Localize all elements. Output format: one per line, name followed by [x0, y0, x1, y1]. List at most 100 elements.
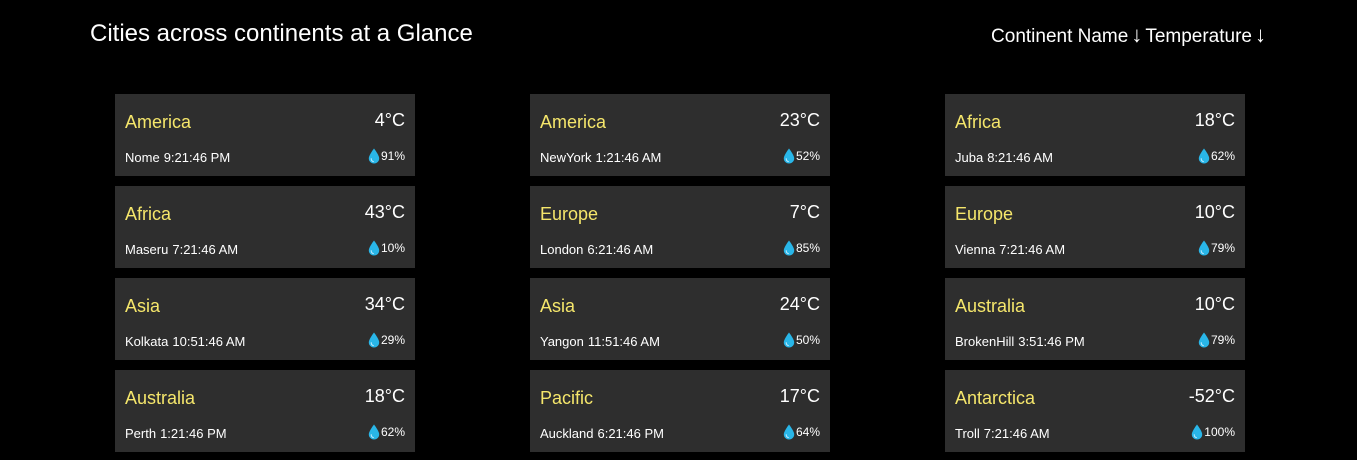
local-time: 7:21:46 AM — [999, 242, 1066, 257]
temperature: 7°C — [789, 202, 820, 222]
water-drop-icon — [368, 332, 380, 348]
city-time: Kolkata 10:51:46 AM — [125, 334, 245, 349]
humidity-value: 85% — [795, 241, 820, 255]
city-time: Perth 1:21:46 PM — [125, 426, 227, 441]
local-time: 7:21:46 AM — [172, 242, 239, 257]
continent-name: America — [125, 112, 192, 132]
local-time: 1:21:46 AM — [595, 150, 662, 165]
humidity: 62% — [368, 424, 405, 440]
water-drop-icon — [368, 424, 380, 440]
humidity-value: 91% — [380, 149, 405, 163]
temperature: -52°C — [1188, 386, 1235, 406]
humidity-value: 62% — [380, 425, 405, 439]
humidity-value: 10% — [380, 241, 405, 255]
city-name: Vienna — [955, 242, 996, 257]
arrow-down-icon: ↓ — [1131, 22, 1143, 47]
humidity: 64% — [783, 424, 820, 440]
city-name: Kolkata — [125, 334, 169, 349]
temperature: 43°C — [364, 202, 405, 222]
local-time: 8:21:46 AM — [987, 150, 1053, 165]
humidity: 29% — [368, 332, 405, 348]
city-name: Troll — [955, 426, 980, 441]
humidity: 100% — [1191, 424, 1235, 440]
city-time: NewYork 1:21:46 AM — [540, 150, 661, 165]
temperature: 23°C — [779, 110, 820, 130]
local-time: 7:21:46 AM — [983, 426, 1050, 441]
water-drop-icon — [1198, 148, 1210, 164]
city-card-grid: America 4°C Nome 9:21:46 PM 91% America 2… — [115, 94, 1245, 452]
city-time: Maseru 7:21:46 AM — [125, 242, 238, 257]
local-time: 1:21:46 PM — [160, 426, 227, 441]
humidity-value: 79% — [1210, 333, 1235, 347]
city-name: Maseru — [125, 242, 169, 257]
city-card[interactable]: Europe 10°C Vienna 7:21:46 AM 79% — [945, 186, 1245, 268]
sort-by-temperature-button[interactable]: Temperature ↓ — [1145, 22, 1269, 48]
water-drop-icon — [1198, 240, 1210, 256]
water-drop-icon — [783, 424, 795, 440]
city-card[interactable]: Africa 43°C Maseru 7:21:46 AM 10% — [115, 186, 415, 268]
humidity: 52% — [783, 148, 820, 164]
humidity: 10% — [368, 240, 405, 256]
continent-name: Asia — [540, 296, 576, 316]
continent-name: Antarctica — [955, 388, 1036, 408]
city-time: Auckland 6:21:46 PM — [540, 426, 664, 441]
city-card[interactable]: Australia 10°C BrokenHill 3:51:46 PM 79% — [945, 278, 1245, 360]
continent-name: Pacific — [540, 388, 594, 408]
temperature: 18°C — [1194, 110, 1235, 130]
humidity: 91% — [368, 148, 405, 164]
water-drop-icon — [368, 240, 380, 256]
city-card[interactable]: America 23°C NewYork 1:21:46 AM 52% — [530, 94, 830, 176]
temperature: 34°C — [364, 294, 405, 314]
city-name: Auckland — [540, 426, 594, 441]
continent-name: America — [540, 112, 607, 132]
city-name: Nome — [125, 150, 160, 165]
humidity-value: 79% — [1210, 241, 1235, 255]
continent-name: Africa — [955, 112, 1002, 132]
city-name: BrokenHill — [955, 334, 1015, 349]
continent-name: Europe — [540, 204, 599, 224]
temperature: 17°C — [779, 386, 820, 406]
city-time: Yangon 11:51:46 AM — [540, 334, 660, 349]
page: Cities across continents at a Glance Con… — [0, 0, 1357, 460]
city-card[interactable]: Europe 7°C London 6:21:46 AM 85% — [530, 186, 830, 268]
continent-name: Australia — [125, 388, 196, 408]
water-drop-icon — [1198, 332, 1210, 348]
humidity: 79% — [1198, 240, 1235, 256]
city-time: London 6:21:46 AM — [540, 242, 653, 257]
city-name: Juba — [955, 150, 984, 165]
city-name: London — [540, 242, 584, 257]
water-drop-icon — [783, 148, 795, 164]
water-drop-icon — [783, 332, 795, 348]
city-card[interactable]: Pacific 17°C Auckland 6:21:46 PM 64% — [530, 370, 830, 452]
humidity-value: 62% — [1210, 149, 1235, 163]
sort-temperature-label: Temperature — [1145, 26, 1252, 47]
city-card[interactable]: Antarctica -52°C Troll 7:21:46 AM 100% — [945, 370, 1245, 452]
humidity: 50% — [783, 332, 820, 348]
temperature: 10°C — [1194, 294, 1235, 314]
sort-continent-label: Continent Name — [991, 26, 1129, 47]
water-drop-icon — [783, 240, 795, 256]
continent-name: Australia — [955, 296, 1026, 316]
city-card[interactable]: Asia 34°C Kolkata 10:51:46 AM 29% — [115, 278, 415, 360]
city-time: Nome 9:21:46 PM — [125, 150, 230, 165]
local-time: 3:51:46 PM — [1018, 334, 1085, 349]
city-card[interactable]: Africa 18°C Juba 8:21:46 AM 62% — [945, 94, 1245, 176]
local-time: 11:51:46 AM — [587, 334, 660, 349]
sort-by-continent-button[interactable]: Continent Name ↓ — [991, 22, 1145, 48]
city-card[interactable]: America 4°C Nome 9:21:46 PM 91% — [115, 94, 415, 176]
city-name: Yangon — [540, 334, 584, 349]
city-name: Perth — [125, 426, 157, 441]
temperature: 18°C — [364, 386, 405, 406]
humidity-value: 100% — [1204, 425, 1235, 439]
city-card[interactable]: Asia 24°C Yangon 11:51:46 AM 50% — [530, 278, 830, 360]
humidity-value: 52% — [795, 149, 820, 163]
city-card[interactable]: Australia 18°C Perth 1:21:46 PM 62% — [115, 370, 415, 452]
humidity-value: 50% — [795, 333, 820, 347]
water-drop-icon — [368, 148, 380, 164]
sort-controls: Continent Name ↓ Temperature ↓ — [991, 22, 1269, 48]
humidity-value: 64% — [795, 425, 820, 439]
continent-name: Europe — [955, 204, 1014, 224]
city-time: Juba 8:21:46 AM — [955, 150, 1053, 165]
local-time: 6:21:46 AM — [587, 242, 654, 257]
humidity-value: 29% — [380, 333, 405, 347]
